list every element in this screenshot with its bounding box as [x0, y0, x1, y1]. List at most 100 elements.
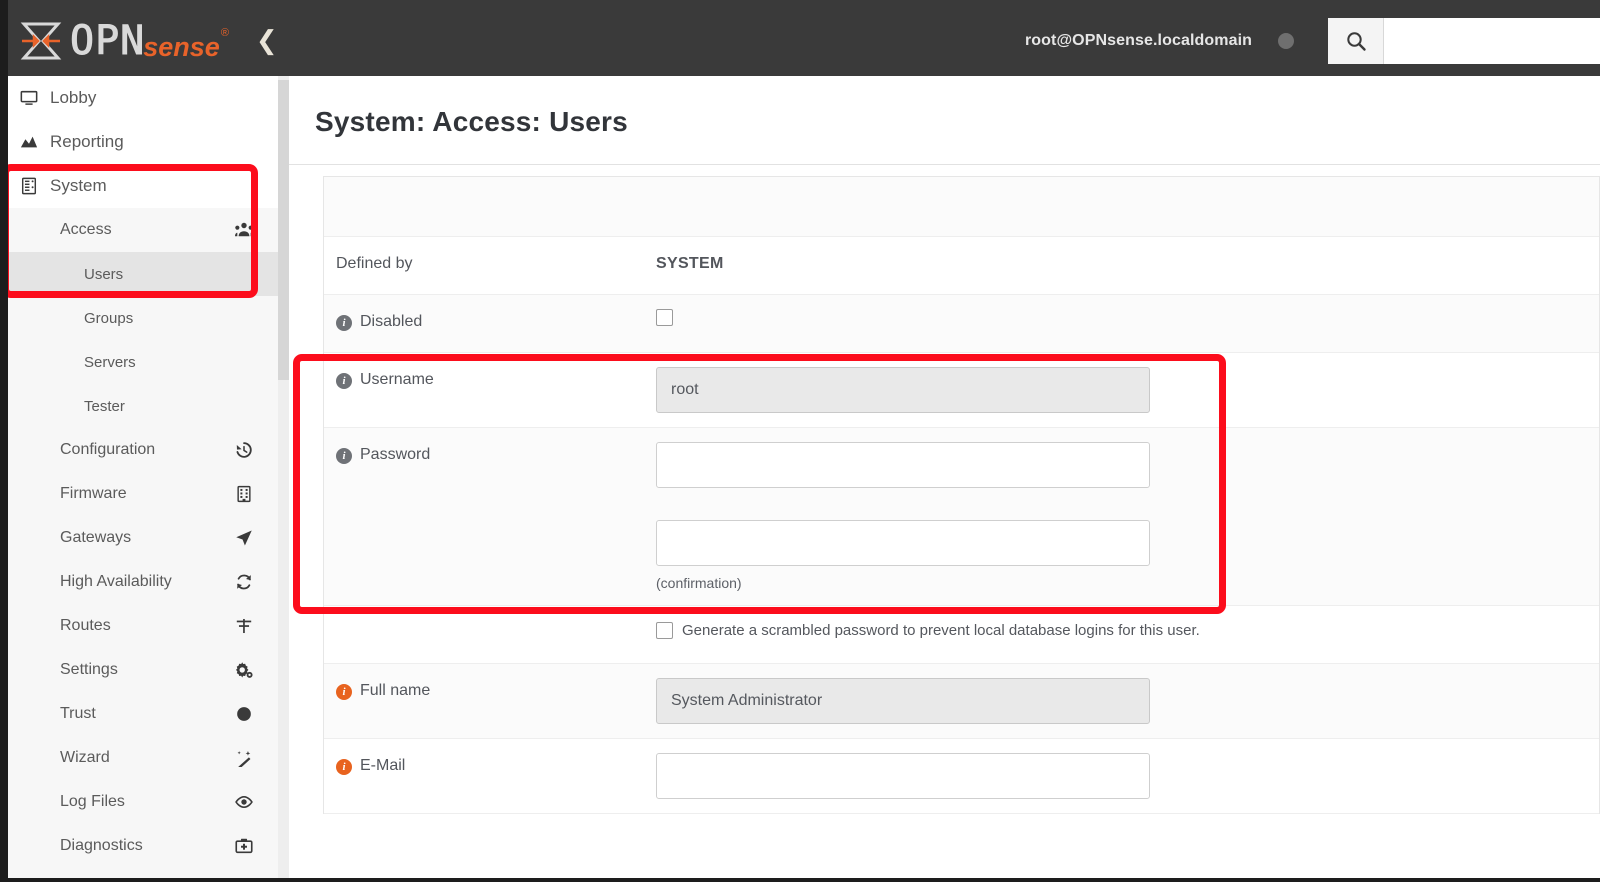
form-value-cell	[656, 353, 1599, 427]
sidebar-item-access[interactable]: Access	[8, 208, 278, 252]
scrambled-password-label: Generate a scrambled password to prevent…	[682, 622, 1200, 639]
building-icon	[232, 485, 256, 503]
current-user-label: root@OPNsense.localdomain	[1025, 32, 1252, 50]
main-sidebar-navigation[interactable]: Lobby Reporting System Access Users Groups Ser…	[8, 76, 278, 878]
checkbox-disabled[interactable]	[656, 309, 673, 326]
main-content-area: System: Access: Users Defined bySYSTEMiD…	[289, 76, 1600, 878]
sidebar-item-label: Access	[60, 221, 112, 239]
sidebar-item-label: Reporting	[50, 132, 124, 152]
form-label-cell: iDisabled	[324, 295, 656, 345]
sidebar-item-system[interactable]: System	[8, 164, 278, 208]
sidebar-item-label: Wizard	[60, 749, 110, 767]
form-label-cell: i Full name	[324, 664, 656, 714]
sidebar-item-label: Configuration	[60, 441, 155, 459]
sidebar-item-routes[interactable]: Routes	[8, 604, 278, 648]
sidebar-item-users[interactable]: Users	[8, 252, 278, 296]
sidebar-item-label: Firmware	[60, 485, 127, 503]
window-frame-left	[0, 0, 8, 882]
sidebar-item-firmware[interactable]: Firmware	[8, 472, 278, 516]
brand-opn-text: OPN	[70, 21, 145, 61]
sidebar-item-trust[interactable]: Trust	[8, 692, 278, 736]
sidebar-item-wizard[interactable]: Wizard	[8, 736, 278, 780]
search-icon	[1345, 30, 1367, 52]
user-edit-panel: Defined bySYSTEMiDisablediUsernameiPassw…	[323, 176, 1600, 814]
navbar-right-group: root@OPNsense.localdomain	[1025, 6, 1600, 76]
sidebar-item-diagnostics[interactable]: Diagnostics	[8, 824, 278, 868]
chevron-left-icon[interactable]: ❮	[256, 28, 278, 54]
form-label-cell: Defined by	[324, 237, 656, 287]
password-confirmation-helper: (confirmation)	[656, 575, 742, 591]
title-divider	[289, 164, 1600, 165]
password-confirm-input[interactable]	[656, 520, 1150, 566]
opnsense-admin-window: OPN sense ® ❮ root@OPNsense.localdomain …	[0, 0, 1600, 882]
full-name-input[interactable]	[656, 678, 1150, 724]
first-aid-kit-icon	[232, 837, 256, 855]
certificate-icon	[232, 705, 256, 723]
password-input[interactable]	[656, 442, 1150, 488]
server-rack-icon	[16, 177, 42, 195]
defined-by-value: SYSTEM	[656, 251, 724, 273]
global-search	[1328, 18, 1600, 64]
scrambled-password-option[interactable]: Generate a scrambled password to prevent…	[656, 620, 1200, 639]
sidebar-item-servers[interactable]: Servers	[8, 340, 278, 384]
username-input[interactable]	[656, 367, 1150, 413]
sidebar-item-label: High Availability	[60, 573, 172, 591]
window-frame-bottom	[0, 878, 1600, 882]
form-value-cell: SYSTEM	[656, 237, 1599, 287]
form-label-text: Full name	[360, 682, 430, 700]
form-row-checkbox-inline: Generate a scrambled password to prevent…	[324, 606, 1599, 664]
form-label-text: Username	[360, 371, 434, 389]
info-icon[interactable]: i	[336, 759, 352, 775]
sidebar-item-reporting[interactable]: Reporting	[8, 120, 278, 164]
brand-sense-text: sense	[143, 34, 220, 61]
location-arrow-icon	[232, 529, 256, 547]
form-label-cell	[324, 606, 656, 638]
sidebar-item-label: Log Files	[60, 793, 125, 811]
opnsense-mark-icon	[18, 20, 64, 62]
sidebar-item-tester[interactable]: Tester	[8, 384, 278, 428]
info-icon[interactable]: i	[336, 373, 352, 389]
search-input[interactable]	[1384, 18, 1600, 64]
users-group-icon	[232, 221, 256, 239]
e-mail-input[interactable]	[656, 753, 1150, 799]
form-value-cell	[656, 664, 1599, 738]
sidebar-item-lobby[interactable]: Lobby	[8, 76, 278, 120]
top-navbar: OPN sense ® ❮ root@OPNsense.localdomain	[8, 6, 1600, 76]
sidebar-item-configuration[interactable]: Configuration	[8, 428, 278, 472]
info-icon[interactable]: i	[336, 684, 352, 700]
area-chart-icon	[16, 133, 42, 151]
form-value-cell: (confirmation)	[656, 428, 1599, 605]
form-label-cell: i Username	[324, 353, 656, 403]
magic-wand-icon	[232, 749, 256, 767]
search-button[interactable]	[1328, 18, 1384, 64]
history-icon	[232, 441, 256, 459]
routes-icon	[232, 617, 256, 635]
form-value-cell	[656, 739, 1599, 813]
sidebar-scrollbar-thumb[interactable]	[278, 80, 289, 380]
info-icon[interactable]: i	[336, 315, 352, 331]
sidebar-item-label: Diagnostics	[60, 837, 143, 855]
sidebar-item-label: Settings	[60, 661, 118, 679]
checkbox-scrambled-password[interactable]	[656, 622, 673, 639]
sidebar-item-high-availability[interactable]: High Availability	[8, 560, 278, 604]
sidebar-item-label: Groups	[84, 310, 133, 327]
sidebar-item-label: Gateways	[60, 529, 131, 547]
form-row-defined-by: Defined bySYSTEM	[324, 237, 1599, 295]
sidebar-item-log-files[interactable]: Log Files	[8, 780, 278, 824]
sidebar-item-groups[interactable]: Groups	[8, 296, 278, 340]
sidebar-item-settings[interactable]: Settings	[8, 648, 278, 692]
info-icon[interactable]: i	[336, 448, 352, 464]
sidebar-item-gateways[interactable]: Gateways	[8, 516, 278, 560]
form-label-cell: iPassword	[324, 428, 656, 478]
form-value-cell	[656, 295, 1599, 340]
gears-icon	[232, 661, 256, 679]
form-row-full-name: i Full name	[324, 664, 1599, 739]
form-row-e-mail: iE-Mail	[324, 739, 1599, 814]
opnsense-logo[interactable]: OPN sense ®	[18, 6, 228, 76]
panel-header-band	[324, 177, 1599, 237]
brand-registered-mark: ®	[221, 27, 229, 39]
page-title: System: Access: Users	[289, 76, 1600, 138]
form-value-cell: Generate a scrambled password to prevent…	[656, 606, 1599, 653]
status-indicator-dot[interactable]	[1278, 33, 1294, 49]
eye-icon	[232, 793, 256, 811]
